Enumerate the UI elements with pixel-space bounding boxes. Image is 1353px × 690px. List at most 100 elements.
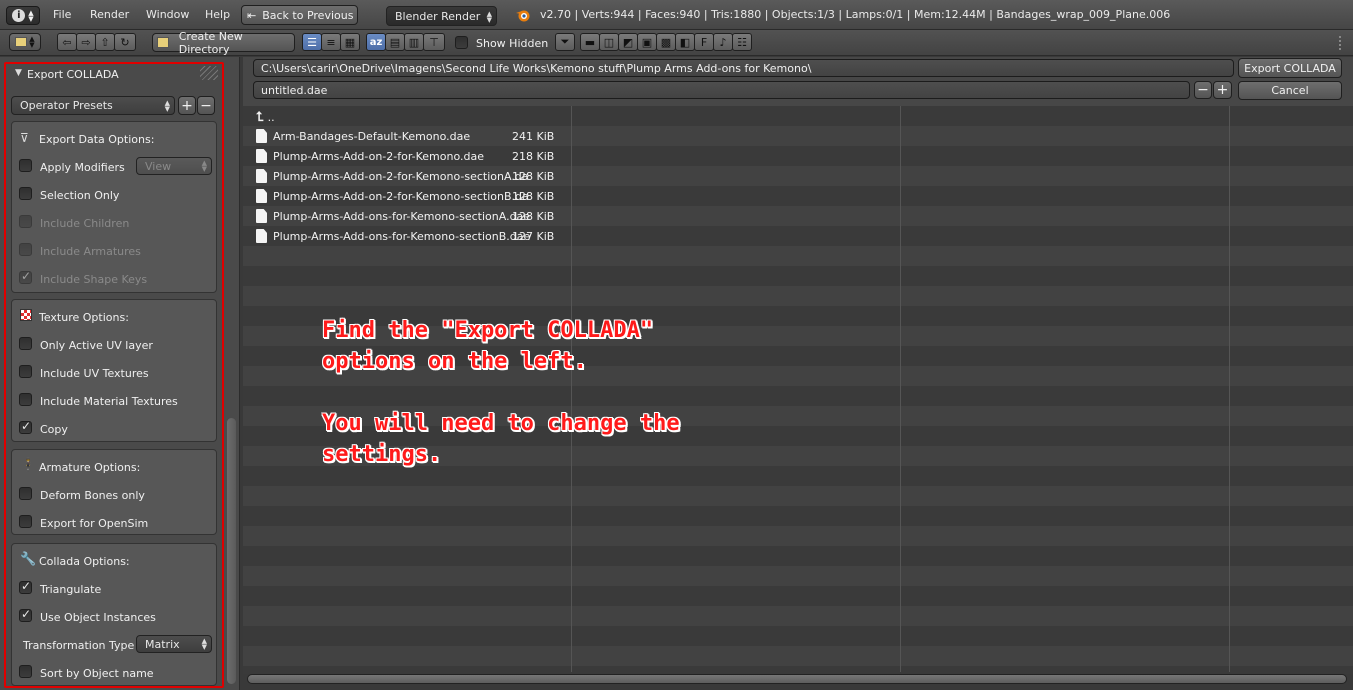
file-name: Plump-Arms-Add-ons-for-Kemono-sectionA.d… [273, 209, 531, 223]
apply-modifiers-checkbox[interactable] [19, 159, 32, 172]
only-active-uv-checkbox[interactable] [19, 337, 32, 350]
filter-button[interactable]: ⏷ [555, 33, 575, 51]
texture-checker-icon [20, 309, 32, 321]
include-children-label: Include Children [40, 217, 130, 230]
file-name: Plump-Arms-Add-on-2-for-Kemono.dae [273, 149, 484, 163]
display-long-list-button[interactable]: ≡ [321, 33, 341, 51]
filter-blend-button[interactable]: ◫ [599, 33, 619, 51]
image-file-icon: ▣ [641, 35, 653, 49]
selection-only-checkbox[interactable] [19, 187, 32, 200]
display-thumbnails-button[interactable]: ▦ [340, 33, 360, 51]
file-row[interactable]: Arm-Bandages-Default-Kemono.dae 241 KiB [256, 127, 554, 145]
back-nav-button[interactable]: ⇦ [57, 33, 77, 51]
file-size: 241 KiB [512, 129, 555, 143]
deform-bones-checkbox[interactable] [19, 487, 32, 500]
copy-label: Copy [40, 423, 68, 436]
file-row[interactable]: Plump-Arms-Add-on-2-for-Kemono-sectionB.… [256, 187, 554, 205]
operator-presets-select[interactable]: Operator Presets ▲ ▼ [11, 96, 175, 115]
increment-filename-button[interactable]: + [1213, 81, 1232, 99]
include-uv-textures-checkbox[interactable] [19, 365, 32, 378]
filter-backup-button[interactable]: ◩ [618, 33, 638, 51]
file-row[interactable]: Plump-Arms-Add-ons-for-Kemono-sectionA.d… [256, 207, 554, 225]
resize-grip-icon[interactable] [1339, 36, 1347, 50]
sort-time-button[interactable]: ▥ [404, 33, 424, 51]
render-engine-select[interactable]: Blender Render ▲ ▼ [386, 6, 497, 26]
parent-directory-row[interactable]: ⮤ .. [256, 108, 275, 126]
export-collada-button-label: Export COLLADA [1244, 61, 1336, 75]
info-icon: i [12, 9, 26, 22]
decrement-filename-button[interactable]: − [1194, 81, 1212, 99]
instruction-annotation: Find the "Export COLLADA" options on the… [322, 315, 680, 470]
sort-by-object-name-label: Sort by Object name [40, 667, 154, 680]
chevron-updown-icon: ▲ ▼ [28, 8, 34, 23]
filter-images-button[interactable]: ▣ [637, 33, 657, 51]
triangulate-checkbox[interactable] [19, 579, 32, 594]
filter-scripts-button[interactable]: ◧ [675, 33, 695, 51]
forward-nav-button[interactable]: ⇨ [76, 33, 96, 51]
file-row[interactable]: Plump-Arms-Add-on-2-for-Kemono-sectionA.… [256, 167, 554, 185]
back-to-previous-button[interactable]: ⇤ Back to Previous [241, 5, 358, 25]
export-opensim-checkbox[interactable] [19, 515, 32, 528]
include-material-textures-label: Include Material Textures [40, 395, 178, 408]
include-material-textures-checkbox[interactable] [19, 393, 32, 406]
menu-help[interactable]: Help [205, 8, 230, 21]
filter-funnel-icon: ⏷ [560, 35, 570, 48]
sort-extension-button[interactable]: ▤ [385, 33, 405, 51]
show-hidden-checkbox[interactable] [455, 36, 468, 49]
mesh-data-icon: ⊽ [20, 131, 29, 145]
file-list-scrollbar[interactable] [247, 674, 1347, 684]
drag-handle-icon[interactable] [200, 66, 218, 80]
file-name: Plump-Arms-Add-on-2-for-Kemono-sectionA.… [273, 169, 529, 183]
modifier-mode-select: View ▲ ▼ [136, 157, 212, 175]
editor-type-info-button[interactable]: i ▲ ▼ [6, 6, 40, 25]
armature-figure-icon: 🕴 [20, 458, 37, 473]
apply-modifiers-label: Apply Modifiers [40, 161, 125, 174]
menu-render[interactable]: Render [90, 8, 129, 21]
sort-extension-icon: ▤ [389, 35, 401, 49]
display-short-list-button[interactable]: ☰ [302, 33, 322, 51]
cancel-button[interactable]: Cancel [1238, 81, 1342, 100]
top-header: i ▲ ▼ File Render Window Help ⇤ Back to P… [0, 0, 1353, 30]
filter-folders-button[interactable]: ▬ [580, 33, 600, 51]
collapse-triangle-icon[interactable]: ▼ [15, 68, 22, 78]
arrow-right-icon: ⇨ [81, 35, 91, 49]
include-shape-keys-label: Include Shape Keys [40, 273, 148, 286]
menu-file[interactable]: File [53, 8, 71, 21]
parent-dir-button[interactable]: ⇧ [95, 33, 115, 51]
sidebar-scrollbar[interactable] [227, 418, 236, 684]
remove-preset-button[interactable]: − [197, 96, 215, 115]
sort-alpha-button[interactable]: az [366, 33, 386, 51]
file-icon [256, 149, 267, 163]
include-shape-keys-checkbox [19, 269, 32, 284]
use-object-instances-checkbox[interactable] [19, 607, 32, 622]
sort-by-object-name-checkbox[interactable] [19, 665, 32, 678]
transformation-type-value: Matrix [145, 637, 180, 651]
plus-icon: + [1216, 82, 1229, 98]
export-collada-header[interactable]: Export COLLADA [27, 68, 119, 81]
add-preset-button[interactable]: + [178, 96, 196, 115]
chevron-updown-icon: ▲ ▼ [29, 35, 35, 49]
annotation-line-4: settings. [322, 442, 442, 467]
filename-field[interactable]: untitled.dae [253, 81, 1190, 99]
create-new-directory-button[interactable]: Create New Directory [152, 30, 295, 56]
sort-size-button[interactable]: ⊤ [423, 33, 445, 51]
export-collada-button[interactable]: Export COLLADA [1238, 58, 1342, 78]
filter-movies-button[interactable]: ▩ [656, 33, 676, 51]
minus-icon: − [1197, 82, 1209, 98]
file-row[interactable]: Plump-Arms-Add-ons-for-Kemono-sectionB.d… [256, 227, 554, 245]
filter-sounds-button[interactable]: ♪ [713, 33, 733, 51]
refresh-button[interactable]: ↻ [114, 33, 136, 51]
transformation-type-select[interactable]: Matrix ▲ ▼ [136, 635, 212, 653]
file-row[interactable]: Plump-Arms-Add-on-2-for-Kemono.dae 218 K… [256, 147, 554, 165]
chevron-updown-icon: ▲ ▼ [201, 159, 207, 173]
filter-fonts-button[interactable]: F [694, 33, 714, 51]
deform-bones-label: Deform Bones only [40, 489, 145, 502]
filter-text-button[interactable]: ☷ [732, 33, 752, 51]
menu-window[interactable]: Window [146, 8, 189, 21]
directory-path-field[interactable]: C:\Users\carir\OneDrive\Imagens\Second L… [253, 59, 1234, 77]
chevron-updown-icon: ▲ ▼ [201, 637, 207, 651]
editor-type-button[interactable]: ▲ ▼ [9, 33, 41, 51]
copy-checkbox[interactable] [19, 419, 32, 434]
create-new-directory-label: Create New Directory [178, 29, 243, 56]
new-folder-icon [157, 37, 169, 48]
